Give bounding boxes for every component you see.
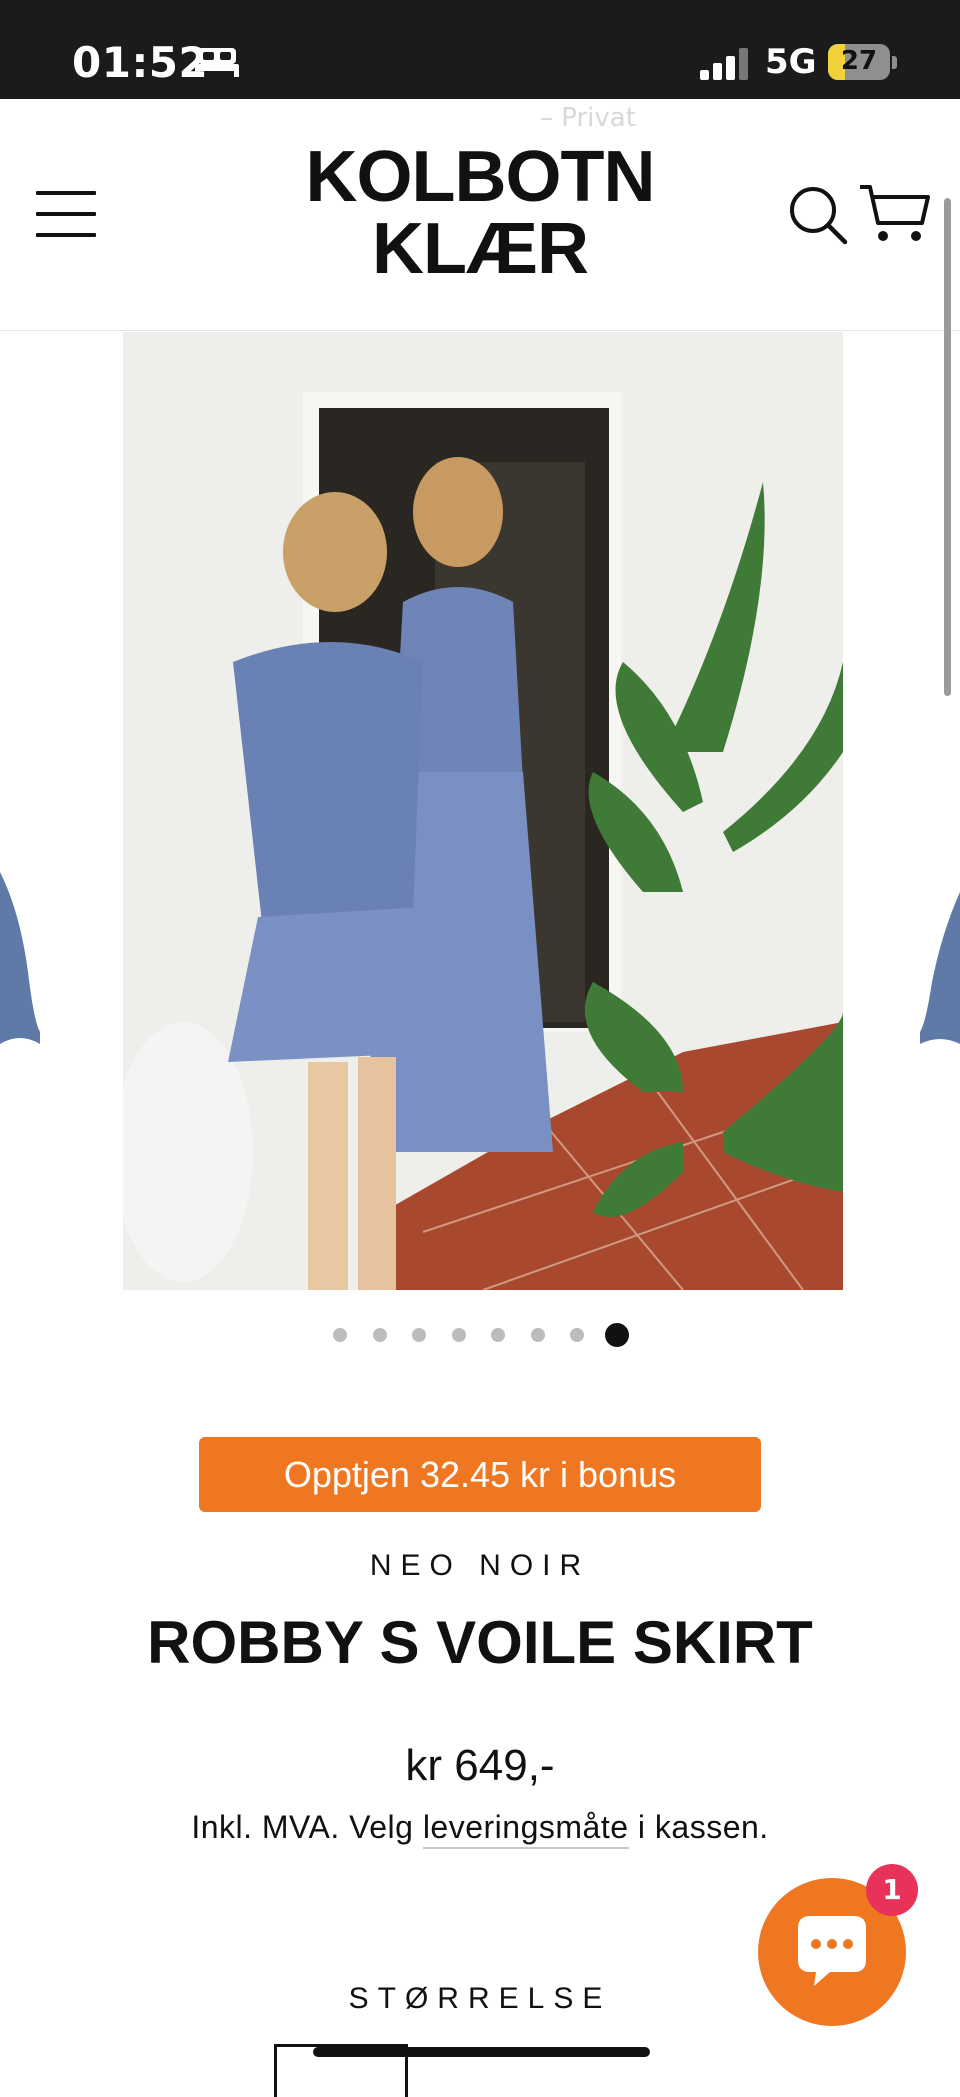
shipping-method-link[interactable]: leveringsmåte — [422, 1809, 629, 1849]
site-header: – Privat KOLBOTN KLÆR — [0, 99, 960, 331]
product-photo[interactable] — [123, 332, 843, 1290]
pagination-dot-active[interactable] — [604, 1323, 629, 1347]
cart-icon[interactable] — [858, 183, 930, 245]
network-type: 5G — [765, 42, 817, 82]
logo-line-2: KLÆR — [372, 209, 589, 289]
previous-slide-peek[interactable] — [0, 332, 40, 1292]
search-icon[interactable] — [788, 185, 848, 245]
pagination-dot[interactable] — [372, 1328, 387, 1342]
battery-icon: 27 — [828, 44, 890, 80]
pagination-dot[interactable] — [530, 1328, 545, 1342]
product-vendor[interactable]: NEO NOIR — [0, 1549, 960, 1583]
home-indicator[interactable] — [313, 2047, 650, 2057]
chat-notification-badge: 1 — [866, 1864, 918, 1916]
tax-note-suffix: i kassen. — [628, 1809, 769, 1845]
pagination-dot[interactable] — [333, 1328, 347, 1342]
signal-icon — [700, 48, 748, 80]
battery-percent: 27 — [840, 46, 878, 76]
next-slide-peek[interactable] — [920, 332, 960, 1292]
pagination-dot[interactable] — [570, 1328, 584, 1342]
status-bar: 01:52 5G 27 — [0, 0, 960, 99]
logo-line-1: KOLBOTN — [305, 137, 656, 217]
battery-tip — [892, 56, 897, 69]
pagination-dot[interactable] — [451, 1328, 466, 1342]
pagination-dot[interactable] — [491, 1328, 505, 1342]
bonus-button[interactable]: Opptjen 32.45 kr i bonus — [199, 1437, 761, 1512]
hamburger-menu-icon[interactable] — [36, 189, 98, 239]
product-title: ROBBY S VOILE SKIRT — [147, 1609, 813, 1676]
status-time: 01:52 — [72, 38, 209, 87]
sleep-bed-icon — [195, 48, 239, 77]
tax-note-prefix: Inkl. MVA. Velg — [191, 1809, 423, 1845]
ghost-text: – Privat — [540, 103, 636, 133]
store-logo[interactable]: KOLBOTN KLÆR — [260, 141, 700, 285]
pagination-dot[interactable] — [412, 1328, 426, 1342]
product-photo-illustration — [123, 332, 843, 1290]
product-gallery[interactable] — [0, 332, 960, 1292]
product-price: kr 649,- — [405, 1741, 555, 1790]
tax-note: Inkl. MVA. Velg leveringsmåte i kassen. — [0, 1809, 960, 1849]
gallery-pagination — [0, 1322, 960, 1347]
